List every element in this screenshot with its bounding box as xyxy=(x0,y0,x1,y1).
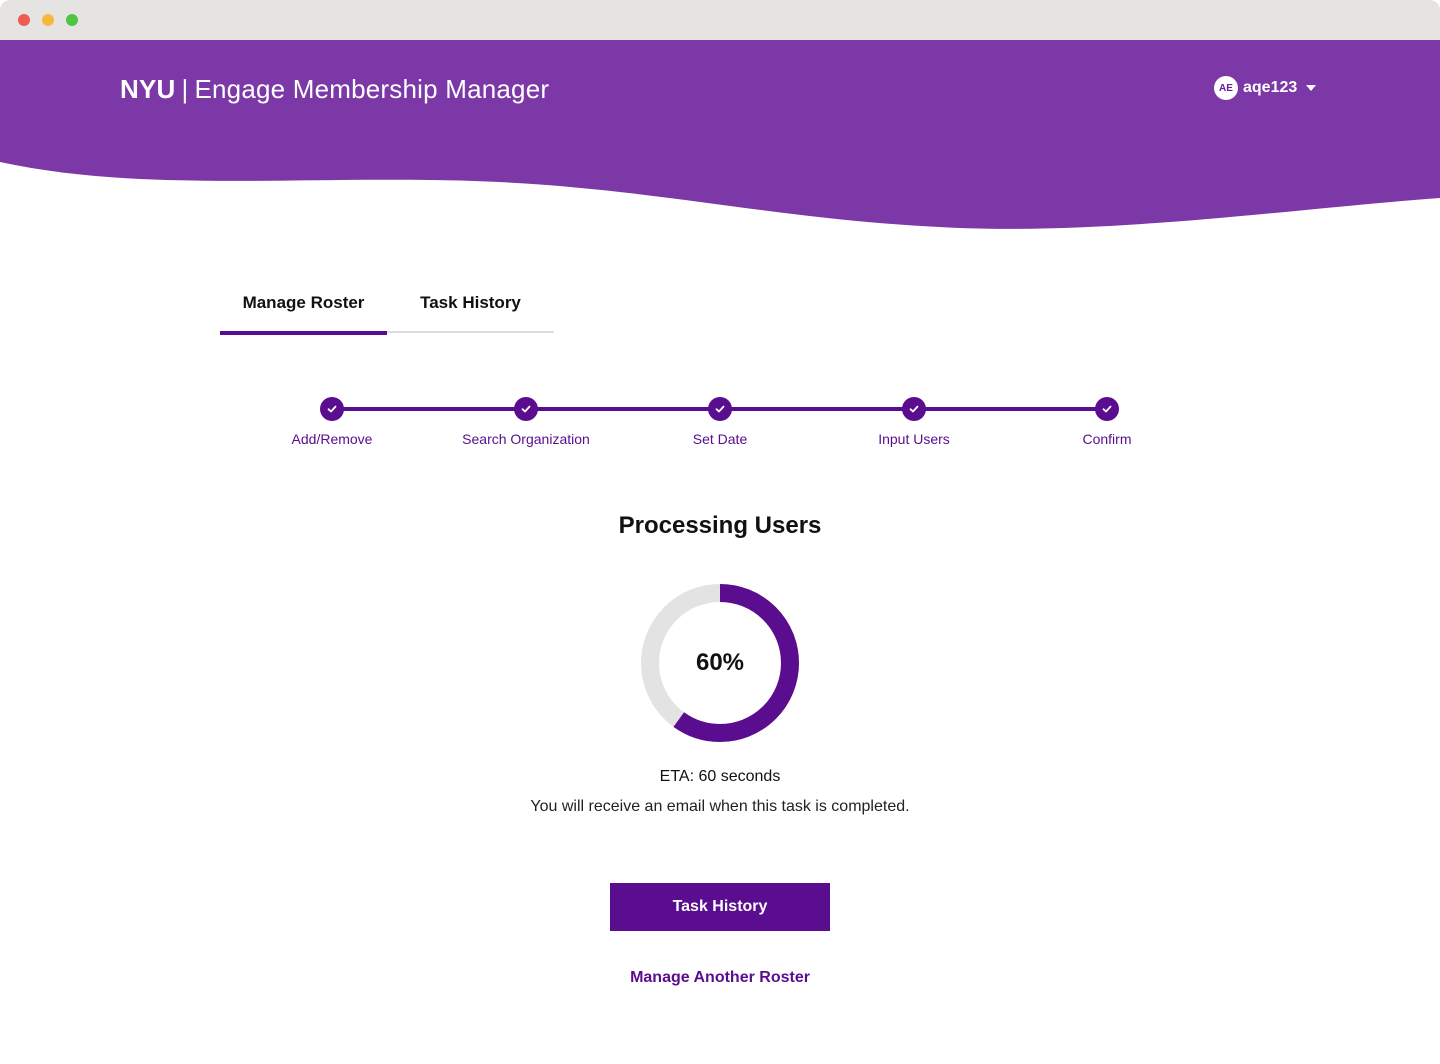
step-complete-marker xyxy=(708,397,732,421)
step-input-users: Input Users xyxy=(814,396,1014,447)
step-label: Search Organization xyxy=(462,431,590,447)
step-label: Add/Remove xyxy=(291,431,373,447)
maximize-window-button[interactable] xyxy=(66,14,78,26)
check-icon xyxy=(327,405,337,413)
eta-text: ETA: 60 seconds xyxy=(659,768,781,785)
page-title: Processing Users xyxy=(618,512,822,539)
step-label: Set Date xyxy=(692,431,748,447)
step-complete-marker xyxy=(902,397,926,421)
progress-stepper: Add/Remove Search Organization Set Date … xyxy=(0,396,1440,456)
user-menu[interactable]: AE aqe123 xyxy=(1214,76,1317,100)
header-wave xyxy=(0,40,1440,229)
tab-manage-roster[interactable]: Manage Roster xyxy=(220,272,387,335)
step-confirm: Confirm xyxy=(1007,396,1207,447)
header-banner: NYU | Engage Membership Manager AE aqe123 xyxy=(0,40,1440,240)
tab-task-history[interactable]: Task History xyxy=(387,272,554,333)
tab-bar: Manage Roster Task History xyxy=(220,272,554,335)
email-notice: You will receive an email when this task… xyxy=(530,798,910,815)
minimize-window-button[interactable] xyxy=(42,14,54,26)
step-label: Input Users xyxy=(878,431,950,447)
manage-another-roster-link-row: Manage Another Roster xyxy=(0,969,1440,987)
step-complete-marker xyxy=(1095,397,1119,421)
step-set-date: Set Date xyxy=(620,396,820,447)
progress-percent: 60% xyxy=(695,649,745,676)
app-title: NYU | Engage Membership Manager xyxy=(120,74,549,105)
window-title-bar xyxy=(0,0,1440,40)
chevron-down-icon xyxy=(1306,85,1317,91)
brand-logo-text: NYU xyxy=(120,74,176,104)
step-add-remove: Add/Remove xyxy=(232,396,432,447)
task-history-button[interactable]: Task History xyxy=(610,883,830,931)
avatar: AE xyxy=(1214,76,1238,100)
progress-ring: 60% xyxy=(639,582,801,744)
step-complete-marker xyxy=(514,397,538,421)
title-separator: | xyxy=(181,74,189,104)
manage-another-roster-link[interactable]: Manage Another Roster xyxy=(630,969,810,986)
check-icon xyxy=(521,405,531,413)
username-label: aqe123 xyxy=(1243,79,1298,96)
step-label: Confirm xyxy=(1082,431,1132,447)
step-complete-marker xyxy=(320,397,344,421)
check-icon xyxy=(715,405,725,413)
step-search-organization: Search Organization xyxy=(426,396,626,447)
close-window-button[interactable] xyxy=(18,14,30,26)
check-icon xyxy=(909,405,919,413)
app-name: Engage Membership Manager xyxy=(194,74,550,104)
check-icon xyxy=(1102,405,1112,413)
